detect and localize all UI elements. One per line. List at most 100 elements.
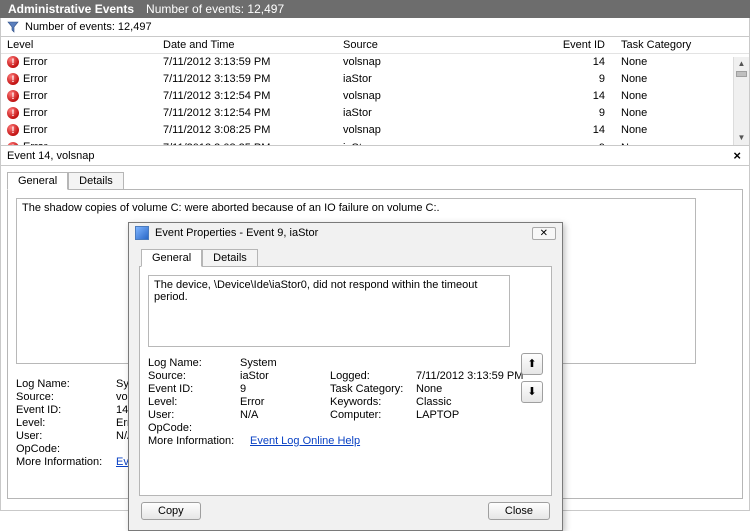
dialog-body: General Details The device, \Device\Ide\…: [129, 243, 562, 530]
titlebar: Administrative Events Number of events: …: [0, 0, 750, 18]
cell-source: volsnap: [337, 88, 551, 104]
dialog-props: Log Name:System Source:iaStor Logged:7/1…: [148, 357, 543, 447]
dlg-lbl-computer: Computer:: [330, 409, 416, 421]
cell-eventid: 14: [551, 88, 611, 104]
dlg-lbl-keywords: Keywords:: [330, 396, 416, 408]
cell-source: iaStor: [337, 140, 551, 146]
cell-eventid: 9: [551, 140, 611, 146]
cell-eventid: 9: [551, 105, 611, 121]
dialog-button-row: Copy Close: [139, 496, 552, 522]
dialog-tab-details[interactable]: Details: [202, 249, 258, 267]
dlg-val-task: None: [416, 383, 536, 395]
dlg-lbl-eventid: Event ID:: [148, 383, 240, 395]
filter-icon: [7, 21, 19, 33]
cell-task: None: [611, 54, 721, 70]
scroll-up[interactable]: ▲: [734, 57, 749, 71]
lbl-logname: Log Name:: [16, 378, 116, 390]
dlg-val-user: N/A: [240, 409, 330, 421]
cell-source: volsnap: [337, 122, 551, 138]
event-grid: Level Date and Time Source Event ID Task…: [0, 37, 750, 146]
dlg-val-logname: System: [240, 357, 330, 369]
cell-level: Error: [23, 73, 47, 85]
dlg-val-keywords: Classic: [416, 396, 536, 408]
cell-source: iaStor: [337, 105, 551, 121]
error-icon: !: [7, 142, 19, 146]
cell-date: 7/11/2012 3:12:54 PM: [157, 105, 337, 121]
detail-header: Event 14, volsnap ×: [0, 146, 750, 166]
cell-level: Error: [23, 141, 47, 146]
col-level[interactable]: Level: [1, 37, 157, 53]
error-icon: !: [7, 90, 19, 102]
close-button[interactable]: Close: [488, 502, 550, 520]
dlg-val-source: iaStor: [240, 370, 330, 382]
cell-eventid: 14: [551, 54, 611, 70]
subheader: Number of events: 12,497: [0, 18, 750, 37]
title-count: Number of events: 12,497: [146, 2, 284, 16]
subheader-count: Number of events: 12,497: [25, 21, 152, 33]
cell-date: 7/11/2012 3:12:54 PM: [157, 88, 337, 104]
table-row[interactable]: !Error7/11/2012 3:12:54 PMiaStor9None: [1, 105, 749, 122]
cell-level: Error: [23, 124, 47, 136]
dialog-close-button[interactable]: ✕: [532, 227, 556, 240]
cell-task: None: [611, 105, 721, 121]
error-icon: !: [7, 107, 19, 119]
arrow-down-icon: ⬇: [527, 386, 536, 398]
table-row[interactable]: !Error7/11/2012 3:08:25 PMiaStor9None: [1, 139, 749, 146]
col-source[interactable]: Source: [337, 37, 551, 53]
grid-body: !Error7/11/2012 3:13:59 PMvolsnap14None!…: [1, 54, 749, 146]
detail-tabs: General Details: [7, 172, 743, 190]
dialog-title-text: Event Properties - Event 9, iaStor: [155, 227, 318, 239]
event-properties-dialog: Event Properties - Event 9, iaStor ✕ Gen…: [128, 222, 563, 531]
error-icon: !: [7, 73, 19, 85]
error-icon: !: [7, 124, 19, 136]
cell-task: None: [611, 88, 721, 104]
col-task[interactable]: Task Category: [611, 37, 721, 53]
dlg-lbl-user: User:: [148, 409, 240, 421]
next-event-button[interactable]: ⬇: [521, 381, 543, 403]
dialog-tabs: General Details: [141, 249, 552, 267]
cell-level: Error: [23, 56, 47, 68]
cell-task: None: [611, 122, 721, 138]
cell-source: volsnap: [337, 54, 551, 70]
detail-header-text: Event 14, volsnap: [7, 150, 94, 162]
arrow-up-icon: ⬆: [527, 358, 536, 370]
table-row[interactable]: !Error7/11/2012 3:13:59 PMvolsnap14None: [1, 54, 749, 71]
lbl-opcode: OpCode:: [16, 443, 116, 455]
error-icon: !: [7, 56, 19, 68]
dialog-icon: [135, 226, 149, 240]
cell-eventid: 14: [551, 122, 611, 138]
dlg-lbl-logged: Logged:: [330, 370, 416, 382]
lbl-level: Level:: [16, 417, 116, 429]
dlg-lbl-task: Task Category:: [330, 383, 416, 395]
dlg-val-logged: 7/11/2012 3:13:59 PM: [416, 370, 536, 382]
cell-date: 7/11/2012 3:08:25 PM: [157, 122, 337, 138]
col-date[interactable]: Date and Time: [157, 37, 337, 53]
dialog-description: The device, \Device\Ide\iaStor0, did not…: [148, 275, 510, 347]
cell-source: iaStor: [337, 71, 551, 87]
copy-button[interactable]: Copy: [141, 502, 201, 520]
dialog-tab-general[interactable]: General: [141, 249, 202, 267]
cell-date: 7/11/2012 3:08:25 PM: [157, 140, 337, 146]
scroll-down[interactable]: ▼: [734, 131, 749, 145]
detail-close[interactable]: ×: [729, 148, 745, 163]
dialog-tab-panel: The device, \Device\Ide\iaStor0, did not…: [139, 266, 552, 496]
dlg-lbl-moreinfo: More Information:: [148, 435, 250, 447]
grid-header[interactable]: Level Date and Time Source Event ID Task…: [1, 37, 749, 54]
prev-event-button[interactable]: ⬆: [521, 353, 543, 375]
cell-date: 7/11/2012 3:13:59 PM: [157, 71, 337, 87]
tab-general[interactable]: General: [7, 172, 68, 190]
dlg-val-level: Error: [240, 396, 330, 408]
table-row[interactable]: ! Error 7/11/2012 3:08:25 PMvolsnap14None: [1, 122, 749, 139]
col-eventid[interactable]: Event ID: [551, 37, 611, 53]
dlg-lbl-logname: Log Name:: [148, 357, 240, 369]
dlg-lbl-opcode: OpCode:: [148, 422, 240, 434]
table-row[interactable]: !Error7/11/2012 3:12:54 PMvolsnap14None: [1, 88, 749, 105]
grid-scrollbar[interactable]: ▲ ▼: [733, 57, 749, 145]
close-icon: ✕: [540, 228, 548, 239]
table-row[interactable]: !Error7/11/2012 3:13:59 PMiaStor9None: [1, 71, 749, 88]
lbl-eventid: Event ID:: [16, 404, 116, 416]
dialog-titlebar[interactable]: Event Properties - Event 9, iaStor ✕: [129, 223, 562, 243]
scroll-thumb[interactable]: [736, 71, 747, 77]
dlg-link-help[interactable]: Event Log Online Help: [250, 435, 360, 447]
tab-details[interactable]: Details: [68, 172, 124, 190]
